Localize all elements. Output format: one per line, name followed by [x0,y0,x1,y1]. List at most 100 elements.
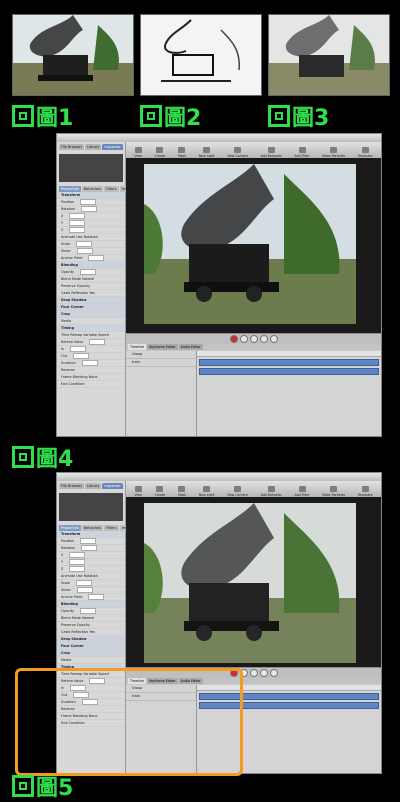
loop-button[interactable] [269,335,278,343]
property-row[interactable]: Preserve Opacity [57,622,125,629]
go-to-start-button[interactable] [239,335,248,343]
canvas[interactable] [126,158,381,333]
property-row[interactable]: Drop Shadow [57,297,125,304]
property-row[interactable]: Four Corner [57,643,125,650]
toolbar-add-filter[interactable]: Add Filter [295,147,310,158]
property-row[interactable]: Reverse [57,367,125,374]
property-row[interactable]: Duration [57,360,125,367]
tab-keyframe-editor[interactable]: Keyframe Editor [147,344,178,350]
tab-audio-editor[interactable]: Audio Editor [178,344,203,350]
property-row[interactable]: Position [57,538,125,545]
blended-photo-icon [269,15,389,95]
layer-row-train[interactable]: train [126,359,196,367]
property-row[interactable]: X [57,552,125,559]
property-row[interactable]: Shear [57,587,125,594]
toolbar-make-particles[interactable]: Make Particles [322,147,345,158]
property-row[interactable]: Crop [57,311,125,318]
property-row[interactable]: Casts Reflection Yes [57,629,125,636]
toolbar-replicate[interactable]: Replicate [358,486,373,497]
play-button[interactable] [249,669,258,677]
toolbar-new-camera[interactable]: New Camera [227,486,248,497]
tab-file-browser[interactable]: File Browser [59,483,85,489]
tab-timeline[interactable]: Timeline [128,344,147,350]
toolbar-new-light[interactable]: New Light [199,486,215,497]
property-row[interactable]: Time Remap Variable Speed [57,332,125,339]
loop-button[interactable] [269,669,278,677]
figure-label-2: 圖2 [140,100,201,132]
property-row[interactable]: Shear [57,248,125,255]
toolbar-add-behavior[interactable]: Add Behavior [260,486,282,497]
property-row[interactable]: Y [57,559,125,566]
property-row[interactable]: Scale [57,580,125,587]
tab-filters[interactable]: Filters [104,186,119,192]
property-row[interactable]: Blend Mode Normal [57,276,125,283]
figure-label-3: 圖3 [268,100,329,132]
property-row[interactable]: Blending [57,601,125,608]
property-row[interactable]: Rotation [57,545,125,552]
property-row[interactable]: Animate Use Rotation [57,234,125,241]
toolbar-add-behavior[interactable]: Add Behavior [260,147,282,158]
toolbar-mask[interactable]: Mask [178,147,186,158]
property-row[interactable]: In [57,346,125,353]
go-to-end-button[interactable] [259,335,268,343]
toolbar: View Create Mask New Light New Camera Ad… [126,142,381,159]
property-row[interactable]: Blending [57,262,125,269]
record-button[interactable] [229,335,238,343]
tab-inspector[interactable]: Inspector [102,144,123,150]
property-row[interactable]: Scale [57,241,125,248]
toolbar-create[interactable]: Create [155,147,165,158]
toolbar-mask[interactable]: Mask [178,486,186,497]
property-row[interactable]: Opacity [57,608,125,615]
property-row[interactable]: Crop [57,650,125,657]
property-row[interactable]: Transform [57,192,125,199]
property-row[interactable]: Y [57,220,125,227]
toolbar-new-light[interactable]: New Light [199,147,215,158]
timeline-bar-group[interactable] [199,359,379,366]
toolbar-create[interactable]: Create [155,486,165,497]
property-row[interactable]: Animate Use Rotation [57,573,125,580]
timeline-bar-train[interactable] [199,368,379,375]
timeline-track-area [197,351,381,436]
property-row[interactable]: X [57,213,125,220]
property-row[interactable]: Transform [57,531,125,538]
property-row[interactable]: Z [57,227,125,234]
property-row[interactable]: Media [57,657,125,664]
tab-library[interactable]: Library [85,483,102,489]
toolbar-add-filter[interactable]: Add Filter [295,486,310,497]
toolbar-make-particles[interactable]: Make Particles [322,486,345,497]
property-row[interactable]: Blend Mode Normal [57,615,125,622]
property-row[interactable]: Media [57,318,125,325]
timeline-ruler[interactable] [197,351,381,357]
canvas[interactable] [126,497,381,667]
toolbar-replicate[interactable]: Replicate [358,147,373,158]
play-button[interactable] [249,335,258,343]
tab-inspector[interactable]: Inspector [102,483,123,489]
property-row[interactable]: Out [57,353,125,360]
property-row[interactable]: Frame Blending None [57,374,125,381]
layer-row-group[interactable]: Group [126,351,196,359]
toolbar-view[interactable]: View [134,486,142,497]
tab-filters[interactable]: Filters [104,525,119,531]
property-row[interactable]: Opacity [57,269,125,276]
property-row[interactable]: Position [57,199,125,206]
tab-behaviors[interactable]: Behaviors [81,186,104,192]
property-row[interactable]: Drop Shadow [57,636,125,643]
toolbar-view[interactable]: View [134,147,142,158]
property-row[interactable]: End Condition [57,381,125,388]
property-row[interactable]: Anchor Point [57,594,125,601]
property-row[interactable]: Casts Reflection Yes [57,290,125,297]
property-row[interactable]: Four Corner [57,304,125,311]
toolbar-new-camera[interactable]: New Camera [227,147,248,158]
property-row[interactable]: Timing [57,325,125,332]
go-to-end-button[interactable] [259,669,268,677]
property-row[interactable]: Anchor Point [57,255,125,262]
light-icon [203,147,211,153]
property-row[interactable]: Preserve Opacity [57,283,125,290]
property-row[interactable]: Z [57,566,125,573]
tab-behaviors[interactable]: Behaviors [81,525,104,531]
tab-library[interactable]: Library [85,144,102,150]
tab-file-browser[interactable]: File Browser [59,144,85,150]
property-row[interactable]: Rotation [57,206,125,213]
property-row[interactable]: Retime Value [57,339,125,346]
timeline-tabs: Timeline Keyframe Editor Audio Editor [126,344,381,350]
